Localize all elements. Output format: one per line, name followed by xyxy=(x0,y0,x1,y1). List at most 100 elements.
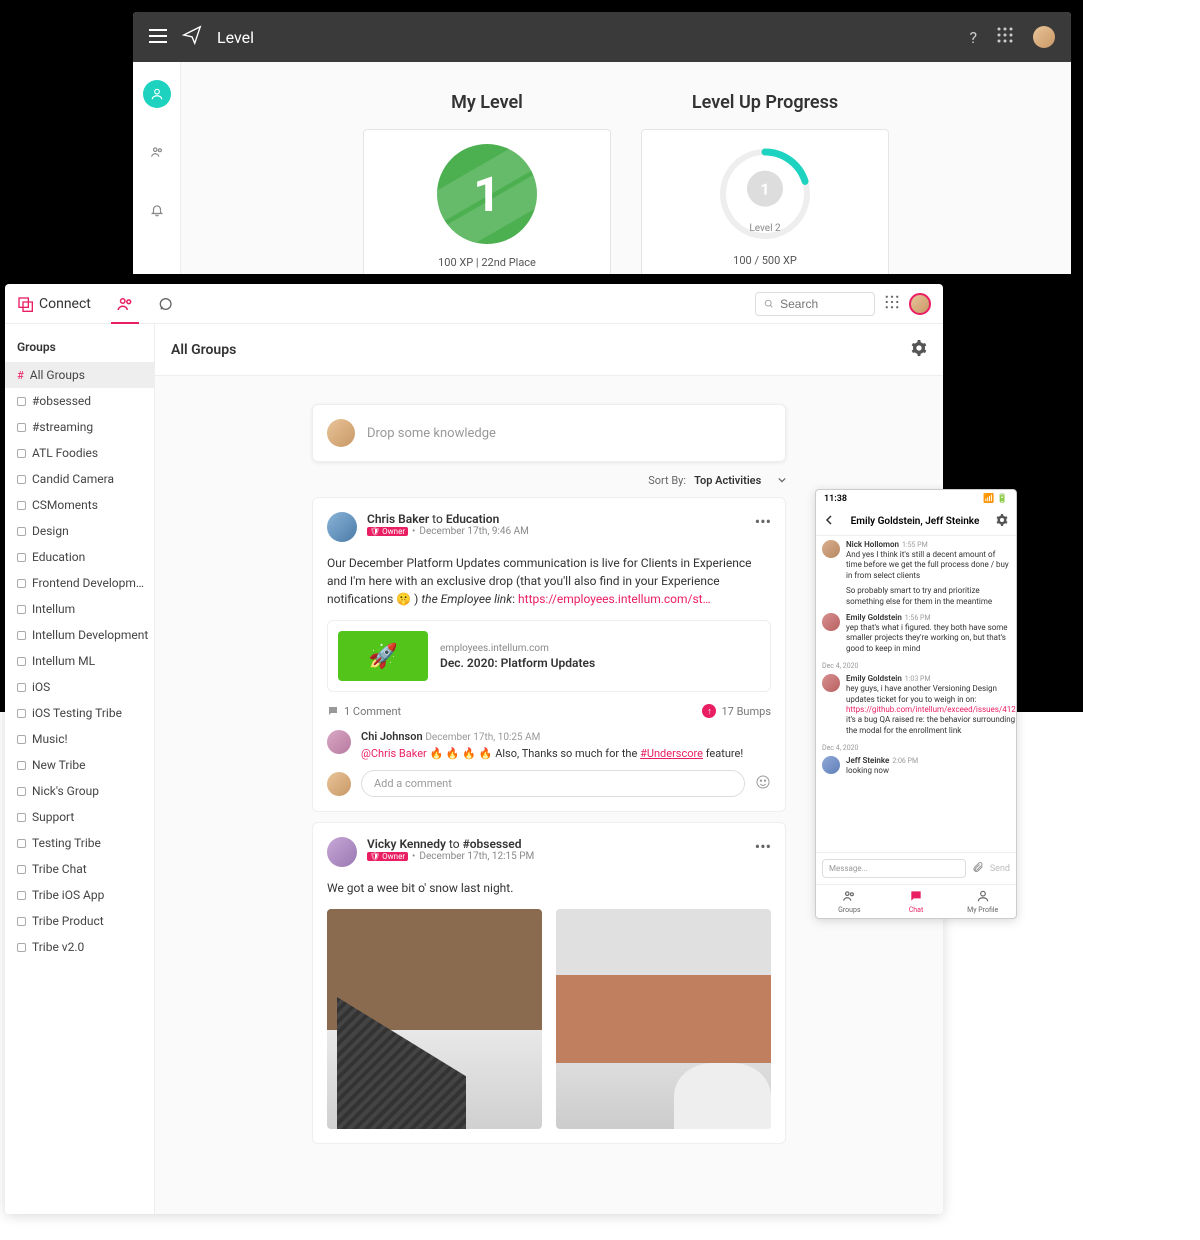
group-label: #streaming xyxy=(32,420,93,434)
sidebar-group-item[interactable]: Intellum xyxy=(5,596,154,622)
attach-icon[interactable] xyxy=(972,861,984,876)
post-more-icon[interactable]: ••• xyxy=(755,837,771,856)
sidebar-group-item[interactable]: Tribe iOS App xyxy=(5,882,154,908)
apps-grid-icon[interactable] xyxy=(997,27,1013,47)
my-level-heading: My Level xyxy=(363,92,611,113)
photo-attachment[interactable] xyxy=(327,909,542,1129)
comments-button[interactable]: 1 Comment xyxy=(327,705,401,718)
group-label: Intellum ML xyxy=(32,654,95,668)
sidebar-profile-icon[interactable] xyxy=(143,80,171,108)
settings-gear-icon[interactable] xyxy=(911,340,927,360)
level-header: Level ? xyxy=(133,12,1071,62)
sidebar-group-item[interactable]: #obsessed xyxy=(5,388,154,414)
sidebar-group-item[interactable]: Tribe v2.0 xyxy=(5,934,154,960)
comment-avatar xyxy=(327,730,351,754)
sidebar-group-item[interactable]: Tribe Product xyxy=(5,908,154,934)
comment-input[interactable]: Add a comment xyxy=(361,770,745,797)
group-label: Music! xyxy=(32,732,68,746)
sidebar-group-item[interactable]: New Tribe xyxy=(5,752,154,778)
message-link[interactable]: https://github.com/intellum/exceed/issue… xyxy=(846,705,1016,714)
sidebar-group-item[interactable]: #streaming xyxy=(5,414,154,440)
group-label: #obsessed xyxy=(32,394,91,408)
sidebar-group-item[interactable]: Design xyxy=(5,518,154,544)
message: Nick Hollomon1:55 PM And yes I think it'… xyxy=(822,540,1010,607)
compose-box[interactable]: Drop some knowledge xyxy=(312,404,786,462)
photo-attachment[interactable] xyxy=(556,909,771,1129)
sidebar-group-item[interactable]: Nick's Group xyxy=(5,778,154,804)
message-input[interactable]: Message... xyxy=(822,859,966,878)
sort-dropdown[interactable]: Top Activities xyxy=(694,474,786,487)
main-title: All Groups xyxy=(171,342,911,358)
status-icons: 📶 🔋 xyxy=(983,494,1008,504)
group-label: Tribe Chat xyxy=(32,862,87,876)
post-more-icon[interactable]: ••• xyxy=(755,512,771,531)
group-label: Testing Tribe xyxy=(32,836,101,850)
help-icon[interactable]: ? xyxy=(969,28,977,47)
owner-badge: 🛡 Owner xyxy=(367,852,408,861)
sidebar-group-item[interactable]: Frontend Developm… xyxy=(5,570,154,596)
sidebar-heading: Groups xyxy=(5,336,154,362)
tab-groups[interactable]: Groups xyxy=(816,885,883,918)
messages-list: Nick Hollomon1:55 PM And yes I think it'… xyxy=(816,536,1016,852)
link-embed[interactable]: 🚀 employees.intellum.com Dec. 2020: Plat… xyxy=(327,620,771,692)
sidebar-group-item[interactable]: Tribe Chat xyxy=(5,856,154,882)
sidebar-group-item[interactable]: Intellum Development xyxy=(5,622,154,648)
group-label: iOS xyxy=(32,680,50,694)
emoji-icon[interactable] xyxy=(755,774,771,794)
sidebar-group-item[interactable]: iOS xyxy=(5,674,154,700)
connect-window: Connect Groups #All Groups#obsessed#stre… xyxy=(5,284,943,1214)
message-avatar xyxy=(822,540,840,558)
hashtag-link[interactable]: #Underscore xyxy=(640,747,703,760)
sidebar-group-item[interactable]: #All Groups xyxy=(5,362,154,388)
my-avatar xyxy=(327,772,351,796)
group-label: New Tribe xyxy=(32,758,86,772)
paper-plane-icon xyxy=(181,24,203,50)
apps-grid-icon[interactable] xyxy=(885,294,899,313)
sidebar-group-item[interactable]: iOS Testing Tribe xyxy=(5,700,154,726)
post-link[interactable]: https://employees.intellum.com/st… xyxy=(518,592,711,606)
box-icon xyxy=(17,631,26,640)
tab-chat[interactable]: Chat xyxy=(883,885,950,918)
group-label: Candid Camera xyxy=(32,472,114,486)
connect-brand: Connect xyxy=(17,296,91,312)
tab-groups[interactable] xyxy=(107,284,143,324)
post-timestamp: December 17th, 9:46 AM xyxy=(419,526,528,537)
comment-time: December 17th, 10:25 AM xyxy=(425,732,540,743)
chat-icon xyxy=(883,889,950,906)
mention-link[interactable]: @Chris Baker xyxy=(361,747,427,760)
chat-title: Emily Goldstein, Jeff Steinke xyxy=(840,516,990,527)
box-icon xyxy=(17,657,26,666)
group-label: iOS Testing Tribe xyxy=(32,706,122,720)
groups-icon xyxy=(816,889,883,906)
sidebar-group-item[interactable]: Candid Camera xyxy=(5,466,154,492)
search-input[interactable] xyxy=(780,297,866,311)
box-icon xyxy=(17,709,26,718)
sidebar-group-item[interactable]: Music! xyxy=(5,726,154,752)
main-header: All Groups xyxy=(155,324,943,376)
sidebar-group-item[interactable]: CSMoments xyxy=(5,492,154,518)
hamburger-icon[interactable] xyxy=(149,28,167,47)
box-icon xyxy=(17,449,26,458)
box-icon xyxy=(17,891,26,900)
back-icon[interactable] xyxy=(824,515,834,528)
sidebar-group-item[interactable]: Intellum ML xyxy=(5,648,154,674)
tab-chat[interactable] xyxy=(147,284,183,324)
sidebar-group-item[interactable]: Education xyxy=(5,544,154,570)
hash-icon: # xyxy=(17,369,24,382)
search-box[interactable] xyxy=(755,292,875,316)
settings-gear-icon[interactable] xyxy=(996,514,1008,529)
sidebar-group-item[interactable]: Support xyxy=(5,804,154,830)
send-button[interactable]: Send xyxy=(990,864,1010,874)
user-avatar[interactable] xyxy=(909,293,931,315)
bumps-button[interactable]: ↑ 17 Bumps xyxy=(702,704,771,718)
box-icon xyxy=(17,865,26,874)
post-body: We got a wee bit o' snow last night. xyxy=(327,879,771,897)
comment: Chi Johnson December 17th, 10:25 AM @Chr… xyxy=(327,730,771,760)
sidebar-group-item[interactable]: Testing Tribe xyxy=(5,830,154,856)
sidebar-group-item[interactable]: ATL Foodies xyxy=(5,440,154,466)
sidebar-bell-icon[interactable] xyxy=(143,196,171,224)
avatar[interactable] xyxy=(1033,26,1055,48)
tab-profile[interactable]: My Profile xyxy=(949,885,1016,918)
sidebar-people-icon[interactable] xyxy=(143,138,171,166)
group-label: Design xyxy=(32,524,69,538)
